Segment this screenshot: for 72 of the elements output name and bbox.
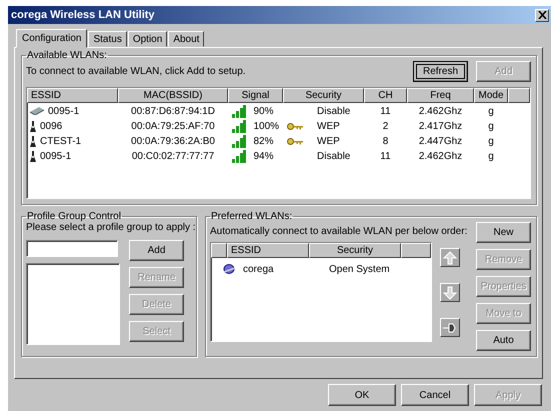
- table-cell-text: 90%: [254, 106, 275, 116]
- signal-bars-icon: [232, 120, 246, 132]
- table-cell: Disable: [317, 106, 350, 116]
- tab[interactable]: About: [168, 31, 204, 47]
- column-header[interactable]: Freq: [407, 88, 474, 103]
- signal-bars-icon: [232, 104, 246, 118]
- profile-name-field[interactable]: [26, 240, 118, 257]
- table-cell-text: Open System: [328, 264, 390, 274]
- instruction-text: To connect to available WLAN, click Add to setup.: [26, 66, 246, 77]
- column-header[interactable]: Security: [309, 243, 401, 258]
- globe-icon: [223, 264, 236, 274]
- table-cell: 00:0A:79:36:2A:B0: [131, 136, 215, 146]
- column-header[interactable]: [401, 243, 431, 258]
- table-cell: 0095-1: [48, 106, 80, 116]
- column-header[interactable]: CH: [364, 88, 407, 103]
- table-cell: 0096: [40, 120, 62, 132]
- column-header[interactable]: Signal: [228, 88, 283, 103]
- table-cell: WEP: [317, 120, 340, 132]
- table-cell: 00:C0:02:77:77:77: [132, 150, 214, 162]
- action-button[interactable]: Add: [129, 240, 184, 261]
- table-cell-text: corega: [242, 264, 275, 274]
- tab[interactable]: Status: [88, 31, 127, 47]
- dialog-button[interactable]: Cancel: [401, 384, 469, 406]
- signal-bars-icon: [232, 134, 246, 148]
- table-cell: 0095-1: [40, 150, 72, 162]
- dialog-button[interactable]: OK: [328, 384, 396, 406]
- action-button[interactable]: Auto: [476, 330, 531, 351]
- instruction-text: Automatically connect to available WLAN per below order:: [210, 226, 468, 237]
- up-arrow-icon: [442, 250, 458, 266]
- table-cell: 11: [380, 150, 391, 162]
- table-cell-text: 82%: [254, 136, 275, 146]
- table-cell: g: [488, 120, 494, 132]
- group-title: Available WLANs:: [26, 50, 108, 61]
- profile-group-list[interactable]: [26, 263, 120, 345]
- table-cell: CTEST-1: [40, 136, 82, 146]
- table-cell: 2.417Ghz: [418, 120, 462, 132]
- table-cell: Disable: [317, 150, 350, 162]
- column-header[interactable]: [211, 243, 227, 258]
- tab[interactable]: Option: [128, 31, 168, 47]
- column-header[interactable]: ESSID: [27, 88, 118, 103]
- tab[interactable]: Configuration: [16, 29, 88, 48]
- down-arrow-icon: [442, 284, 458, 300]
- column-header[interactable]: [508, 88, 530, 103]
- table-cell: WEP: [317, 136, 340, 146]
- column-header[interactable]: Security: [283, 88, 364, 103]
- table-cell: 2.462Ghz: [418, 106, 462, 116]
- table-cell: g: [488, 106, 494, 116]
- table-cell: 2: [382, 120, 388, 132]
- table-cell-text: 94%: [254, 150, 275, 162]
- table-cell: g: [488, 150, 494, 162]
- action-button[interactable]: New: [476, 222, 531, 243]
- column-header[interactable]: Mode: [474, 88, 508, 103]
- group-title: Preferred WLANs:: [210, 211, 294, 222]
- table-cell: 11: [380, 106, 391, 116]
- table-cell: 2.447Ghz: [418, 136, 462, 146]
- action-button[interactable]: Refresh: [413, 61, 468, 82]
- group-title: Profile Group Control: [26, 211, 122, 222]
- table-cell: 8: [382, 136, 388, 146]
- instruction-text: Please select a profile group to apply :: [26, 222, 196, 233]
- close-button[interactable]: [535, 8, 549, 22]
- move-down-button[interactable]: [440, 283, 460, 302]
- window-title: corega Wireless LAN Utility: [11, 9, 155, 21]
- table-cell: 00:0A:79:25:AF:70: [131, 120, 215, 132]
- column-header[interactable]: MAC(BSSID): [118, 88, 228, 103]
- table-cell: 2.462Ghz: [418, 150, 462, 162]
- close-icon: [538, 11, 546, 19]
- move-up-button[interactable]: [440, 248, 460, 267]
- table-cell: 00:87:D6:87:94:1D: [131, 106, 215, 116]
- table-cell: g: [488, 136, 494, 146]
- table-cell: 100%: [254, 120, 280, 132]
- column-header[interactable]: ESSID: [227, 243, 309, 258]
- signal-bars-icon: [232, 150, 246, 162]
